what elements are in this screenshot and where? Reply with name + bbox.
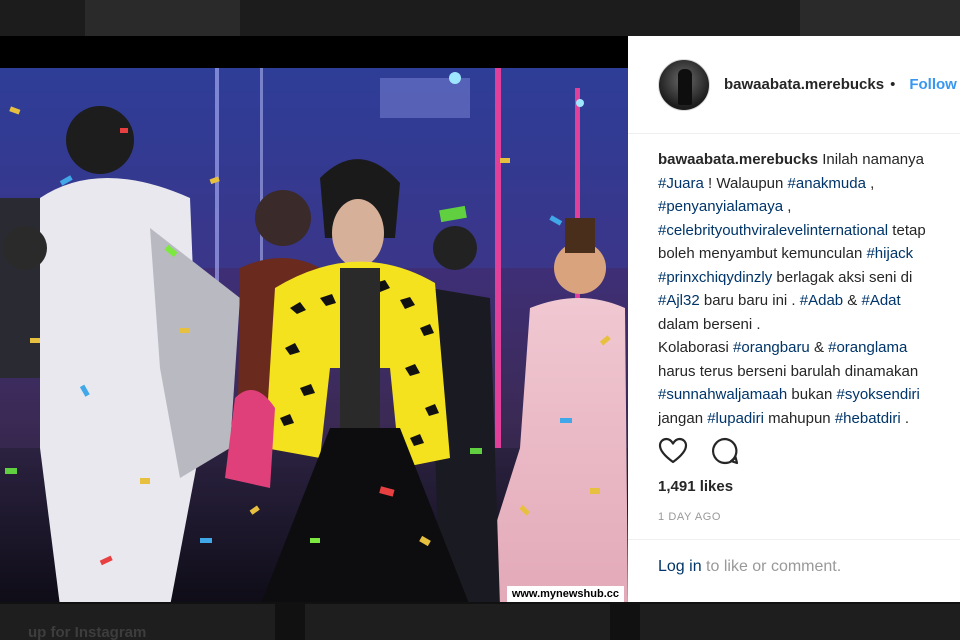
caption-line: harus terus berseni barulah dinamakan	[658, 360, 960, 384]
hashtag-link[interactable]: #celebrityouthviralevelinternational	[658, 222, 888, 239]
caption-text: jangan	[658, 409, 708, 427]
background-top-strip	[0, 0, 960, 36]
caption-text: Kolaborasi	[658, 339, 734, 356]
caption-text: harus terus berseni barulah dinamakan	[658, 362, 919, 380]
caption-line: #celebrityouthviralevelinternational tet…	[658, 219, 960, 243]
avatar-figure	[678, 68, 692, 105]
background-thumbnail	[305, 604, 610, 640]
caption-line: bawaabata.merebucks Inilah namanya	[658, 148, 960, 172]
caption-line: jangan #lupadiri mahupun #hebatdiri .	[658, 407, 960, 431]
post-modal: www.mynewshub.cc bawaabata.merebucks • F…	[0, 36, 960, 602]
hashtag-link[interactable]: #syoksendiri	[836, 386, 919, 403]
login-link[interactable]: Log in	[658, 558, 702, 575]
hashtag-link[interactable]: #lupadiri	[707, 410, 764, 427]
hashtag-link[interactable]: #prinxchiqydinzly	[658, 269, 772, 286]
caption-line: #sunnahwaljamaah bukan #syoksendiri	[658, 383, 960, 407]
caption-line: #Juara ! Walaupun #anakmuda ,	[658, 172, 960, 196]
photo-watermark: www.mynewshub.cc	[506, 586, 624, 602]
hashtag-link[interactable]: #hebatdiri	[835, 410, 901, 427]
background-thumbnail	[800, 0, 960, 36]
post-caption: bawaabata.merebucks Inilah namanya #Juara…	[658, 148, 960, 430]
caption-text: dalam berseni .	[658, 315, 761, 333]
photo-pane: www.mynewshub.cc	[0, 36, 628, 602]
caption-text: Inilah namanya	[818, 151, 924, 168]
caption-text: ! Walaupun	[703, 174, 788, 192]
caption-username[interactable]: bawaabata.merebucks	[658, 151, 818, 168]
header-username[interactable]: bawaabata.merebucks	[724, 76, 884, 93]
caption-text: &	[809, 339, 829, 356]
caption-line: #Ajl32 baru baru ini . #Adab & #Adat	[658, 289, 960, 313]
hashtag-link[interactable]: #anakmuda	[788, 175, 866, 192]
avatar[interactable]	[658, 58, 710, 111]
hashtag-link[interactable]: #Adab	[800, 292, 843, 309]
caption-text: ,	[783, 198, 792, 215]
caption-line: #prinxchiqydinzly berlagak aksi seni di	[658, 266, 960, 290]
caption-line: dalam berseni .	[658, 313, 960, 337]
caption-line: Kolaborasi #orangbaru & #oranglama	[658, 336, 960, 360]
header-separator: •	[890, 76, 896, 93]
hashtag-link[interactable]: #sunnahwaljamaah	[658, 386, 787, 403]
caption-text: baru baru ini .	[699, 292, 800, 309]
hashtag-link[interactable]: #Ajl32	[658, 292, 700, 309]
caption-line: #penyanyialamaya ,	[658, 195, 960, 219]
login-prompt-text: to like or comment.	[701, 558, 842, 575]
caption-text: mahupun	[763, 409, 835, 427]
background-thumbnail	[85, 0, 240, 36]
caption-text: &	[843, 292, 862, 309]
caption-text: ,	[865, 174, 875, 192]
login-prompt: Log in to like or comment.	[628, 539, 960, 576]
caption-text: .	[900, 409, 910, 427]
hashtag-link[interactable]: #Adat	[861, 292, 900, 309]
hashtag-link[interactable]: #penyanyialamaya	[658, 198, 783, 215]
background-thumbnail	[640, 604, 960, 640]
caption-text: bukan	[787, 386, 837, 403]
photo-illustration	[0, 68, 628, 602]
hashtag-link[interactable]: #Juara	[658, 175, 704, 192]
heart-icon[interactable]	[658, 436, 688, 466]
caption-line: boleh menyambut kemunculan #hijack	[658, 242, 960, 266]
background-caption: up for Instagram	[28, 624, 147, 640]
likes-count[interactable]: 1,491 likes	[658, 478, 733, 495]
post-header: bawaabata.merebucks • Follow	[628, 36, 960, 134]
caption-text: boleh menyambut kemunculan	[658, 245, 867, 262]
hashtag-link[interactable]: #hijack	[866, 245, 913, 262]
comment-icon[interactable]	[710, 436, 740, 466]
post-photo[interactable]: www.mynewshub.cc	[0, 68, 628, 602]
action-bar	[658, 436, 740, 466]
post-sidebar: bawaabata.merebucks • Follow bawaabata.m…	[628, 36, 960, 602]
hashtag-link[interactable]: #oranglama	[828, 339, 907, 356]
caption-text: berlagak aksi seni di	[772, 268, 913, 286]
hashtag-link[interactable]: #orangbaru	[733, 339, 810, 356]
post-timestamp: 1 DAY AGO	[658, 511, 722, 523]
follow-button[interactable]: Follow	[909, 76, 957, 93]
caption-text: tetap	[888, 221, 926, 239]
